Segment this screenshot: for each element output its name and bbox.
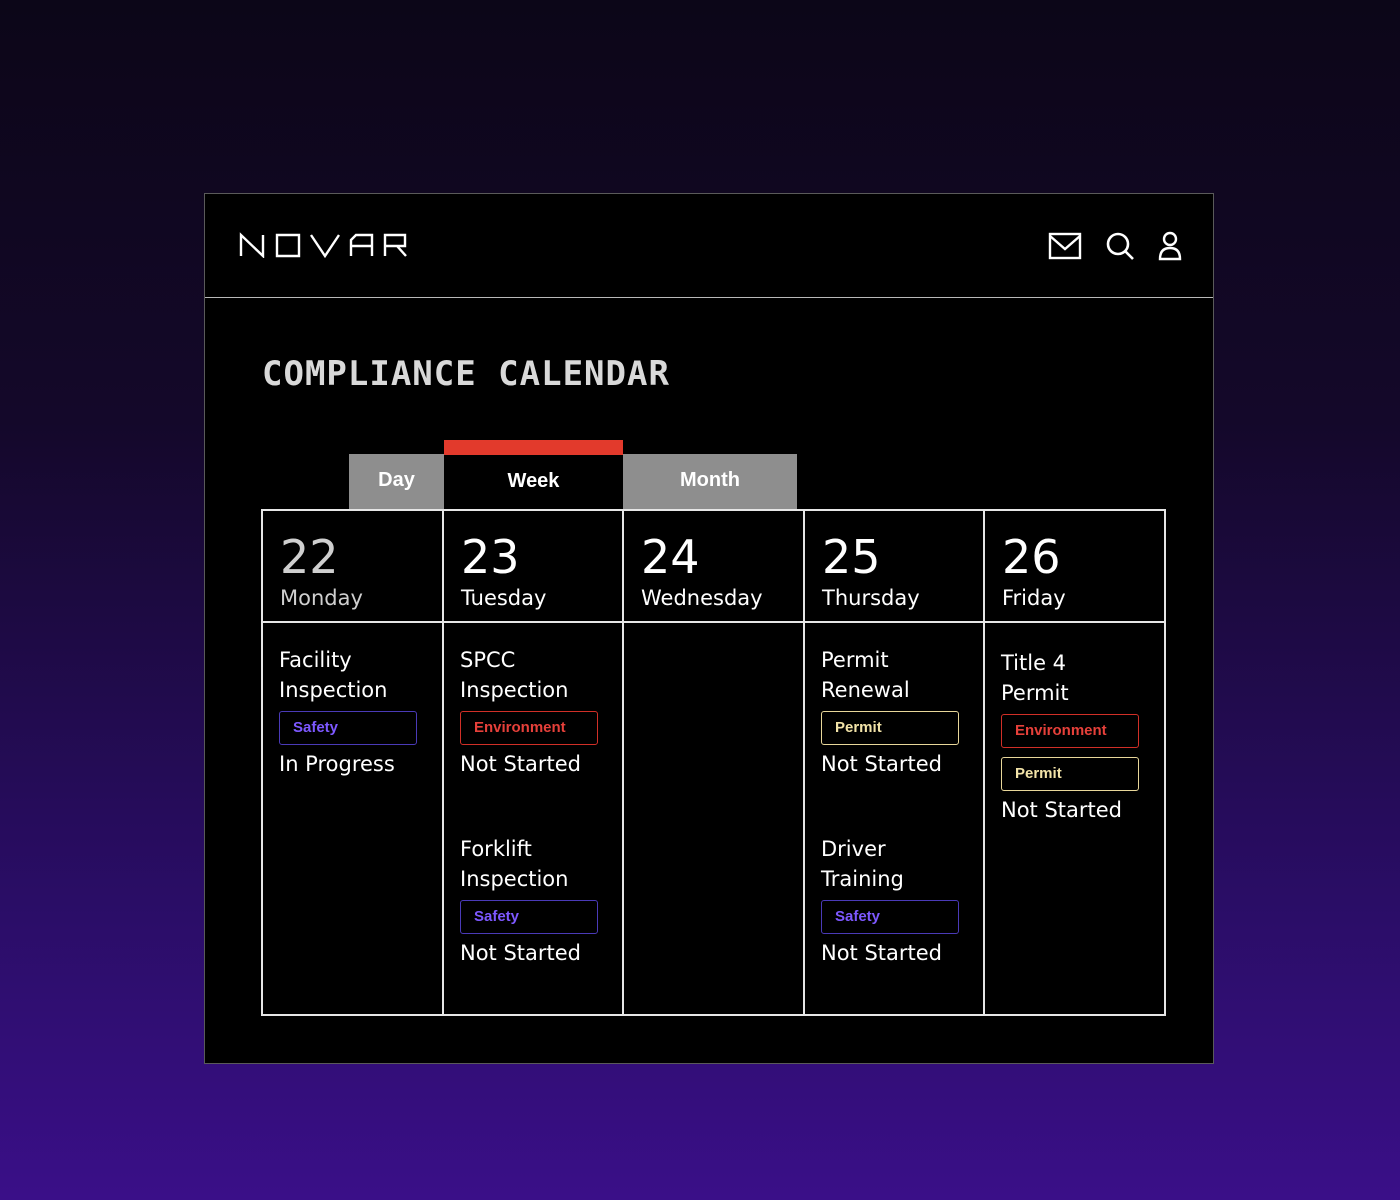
event-status: In Progress (279, 752, 395, 776)
event-status: Not Started (821, 941, 943, 965)
app-window: COMPLIANCE CALENDAR Day Week Month 22 Mo… (204, 193, 1214, 1064)
tab-week[interactable]: Week (444, 440, 623, 510)
date-number: 23 (461, 530, 520, 584)
day-column-tuesday[interactable]: 23 Tuesday SPCC Inspection Environment N… (442, 511, 624, 1014)
week-calendar-grid: 22 Monday Facility Inspection Safety In … (261, 509, 1166, 1016)
search-icon[interactable] (1103, 230, 1137, 262)
category-tag: Safety (460, 900, 598, 934)
category-tag: Permit (821, 711, 959, 745)
event-title: Permit Renewal (821, 648, 910, 702)
top-header (205, 194, 1213, 298)
date-number: 25 (822, 530, 881, 584)
event-card[interactable]: Driver Training Safety Not Started (821, 834, 961, 968)
event-title: Facility Inspection (279, 648, 388, 702)
date-number: 26 (1002, 530, 1061, 584)
event-status: Not Started (460, 752, 582, 776)
date-number: 22 (280, 530, 339, 584)
event-card[interactable]: Forklift Inspection Safety Not Started (460, 834, 600, 968)
weekday-label: Tuesday (461, 586, 547, 610)
day-column-friday[interactable]: 26 Friday Title 4 Permit Environment Per… (983, 511, 1165, 1014)
user-icon[interactable] (1153, 230, 1187, 262)
category-tag: Safety (821, 900, 959, 934)
event-title: SPCC Inspection (460, 648, 569, 702)
event-title: Forklift Inspection (460, 837, 569, 891)
event-card[interactable]: Title 4 Permit Environment Permit Not St… (1001, 648, 1141, 825)
weekday-label: Thursday (822, 586, 920, 610)
date-number: 24 (641, 530, 700, 584)
event-status: Not Started (1001, 798, 1123, 822)
weekday-label: Friday (1002, 586, 1066, 610)
weekday-label: Wednesday (641, 586, 763, 610)
page-title: COMPLIANCE CALENDAR (262, 354, 670, 394)
tab-day[interactable]: Day (349, 454, 444, 510)
mail-icon[interactable] (1048, 230, 1082, 262)
event-status: Not Started (460, 941, 582, 965)
day-column-wednesday[interactable]: 24 Wednesday (622, 511, 804, 1014)
tab-month[interactable]: Month (623, 454, 797, 510)
event-card[interactable]: SPCC Inspection Environment Not Started (460, 645, 600, 779)
day-column-monday[interactable]: 22 Monday Facility Inspection Safety In … (263, 511, 443, 1014)
novara-logo[interactable] (239, 232, 425, 258)
event-status: Not Started (821, 752, 943, 776)
event-card[interactable]: Permit Renewal Permit Not Started (821, 645, 961, 779)
category-tag: Permit (1001, 757, 1139, 791)
day-column-thursday[interactable]: 25 Thursday Permit Renewal Permit Not St… (803, 511, 985, 1014)
event-title: Driver Training (821, 837, 904, 891)
weekday-label: Monday (280, 586, 363, 610)
category-tag: Environment (1001, 714, 1139, 748)
event-card[interactable]: Facility Inspection Safety In Progress (279, 645, 419, 779)
category-tag: Safety (279, 711, 417, 745)
category-tag: Environment (460, 711, 598, 745)
event-title: Title 4 Permit (1001, 651, 1069, 705)
